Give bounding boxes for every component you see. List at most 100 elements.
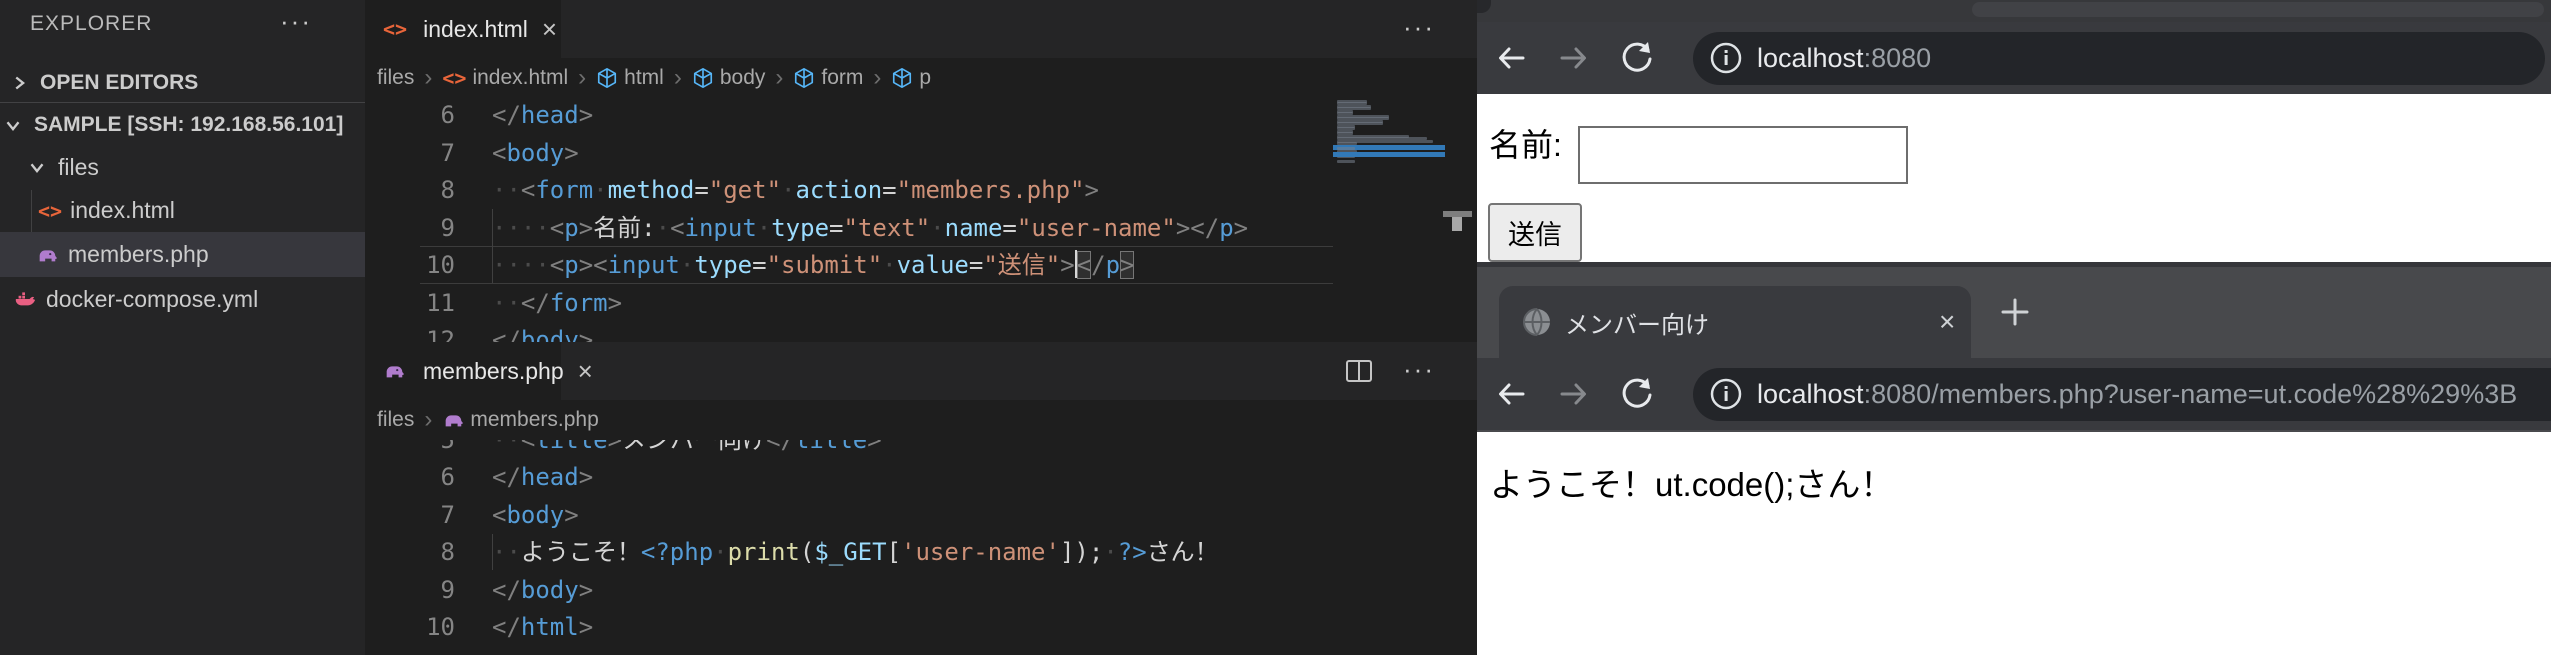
explorer-more-icon[interactable]: ··· (280, 6, 312, 37)
site-info-icon[interactable] (1709, 377, 1743, 411)
breadcrumb-separator: › (775, 64, 783, 92)
back-icon[interactable] (1493, 40, 1529, 76)
indent-guide (492, 534, 493, 570)
name-field-label: 名前: (1489, 120, 1562, 166)
breadcrumb-item[interactable]: body (692, 66, 766, 90)
breadcrumb-item[interactable]: form (793, 66, 863, 90)
open-editors-label: OPEN EDITORS (40, 71, 198, 95)
file-label: index.html (70, 197, 175, 224)
editor1-tabbar: <> index.html × ··· (365, 0, 1477, 58)
sidebar-divider (0, 102, 365, 103)
webpage-result: ようこそ！ut.code();さん！ (1477, 432, 2551, 655)
html-file-icon: <> (383, 17, 407, 41)
browser-window-bottom: メンバー向け × loc (1477, 262, 2551, 655)
code-line: 12</body> (365, 321, 1333, 342)
url-path: :8080/members.php?user-name=ut.code%28%2… (1864, 379, 2518, 409)
browser-tab-members[interactable]: メンバー向け × (1499, 286, 1971, 358)
line-number: 8 (365, 171, 455, 209)
forward-icon[interactable] (1556, 40, 1592, 76)
code-line: 8··<form·method="get"·action="members.ph… (365, 171, 1333, 209)
sidebar-item-index-html[interactable]: <> index.html (0, 189, 365, 232)
screen: EXPLORER ··· OPEN EDITORS SAMPLE [SSH: 1… (0, 0, 2551, 655)
code-editor-index-html[interactable]: 6</head>7<body>8··<form·method="get"·act… (365, 98, 1333, 342)
tab-label: index.html (423, 16, 528, 43)
close-icon[interactable]: × (1939, 306, 1955, 338)
reload-icon[interactable] (1619, 40, 1655, 76)
editor2-tabbar: members.php × ··· (365, 342, 1477, 400)
breadcrumb-item[interactable]: files (377, 66, 414, 90)
breadcrumb[interactable]: files›<>index.html›html›body›form›p (377, 58, 1377, 98)
line-number: 6 (365, 98, 455, 134)
close-icon[interactable]: × (542, 14, 557, 45)
sidebar-item-workspace[interactable]: SAMPLE [SSH: 192.168.56.101] (0, 106, 365, 144)
new-tab-icon[interactable] (1997, 294, 2033, 330)
workspace-label: SAMPLE [SSH: 192.168.56.101] (34, 113, 343, 137)
html-file-icon: <> (442, 66, 466, 90)
forward-icon[interactable] (1556, 376, 1592, 412)
code-line: 6</head> (365, 458, 1333, 496)
minimap[interactable] (1333, 0, 1445, 342)
sidebar-item-open-editors[interactable]: OPEN EDITORS (0, 66, 365, 100)
minimap-line (1337, 142, 1357, 145)
php-elephant-icon (442, 409, 464, 431)
breadcrumb-label: form (821, 66, 863, 90)
minimap[interactable] (1333, 342, 1445, 655)
line-number: 12 (365, 321, 455, 342)
minimap-line (1337, 147, 1355, 150)
sidebar-item-members-php[interactable]: members.php (0, 232, 365, 277)
browser-strip-edge (1477, 262, 2551, 267)
minimap-line (1337, 112, 1353, 115)
folder-label: files (58, 154, 99, 181)
reload-icon[interactable] (1619, 376, 1655, 412)
url-text: localhost:8080/members.php?user-name=ut.… (1757, 379, 2517, 410)
symbol-cube-icon (891, 67, 913, 89)
indent-guide (492, 209, 493, 283)
docker-whale-icon (14, 288, 36, 310)
line-number: 7 (365, 134, 455, 172)
code-line: 7<body> (365, 134, 1333, 172)
address-bar[interactable]: localhost:8080/members.php?user-name=ut.… (1693, 368, 2551, 421)
breadcrumb-item[interactable]: <>index.html (442, 66, 568, 90)
browser-toolbar: localhost:8080 (1477, 22, 2551, 94)
php-elephant-icon (383, 360, 405, 382)
sidebar-item-docker-compose[interactable]: docker-compose.yml (0, 279, 365, 319)
breadcrumb-item[interactable]: files (377, 408, 414, 432)
minimap-line (1337, 132, 1353, 135)
line-number: 9 (365, 571, 455, 609)
browser-tab-corner (1477, 0, 1491, 13)
line-number: 11 (365, 284, 455, 322)
breadcrumb-item[interactable]: p (891, 66, 931, 90)
sidebar-item-files-folder[interactable]: files (0, 148, 365, 186)
site-info-icon[interactable] (1709, 41, 1743, 75)
minimap-highlight (1333, 152, 1445, 157)
name-text-input[interactable] (1578, 126, 1908, 184)
minimap-line (1337, 102, 1367, 105)
code-line: 9····<p>名前:·<input·type="text"·name="use… (365, 209, 1333, 247)
code-line: 9</body> (365, 571, 1333, 609)
breadcrumb-separator: › (424, 406, 432, 434)
address-bar[interactable]: localhost:8080 (1693, 32, 2545, 85)
browser-window-top: localhost:8080 名前: 送信 (1477, 0, 2551, 262)
browser-tabstrip-item[interactable] (1972, 2, 2544, 17)
breadcrumb-item[interactable]: html (596, 66, 664, 90)
welcome-text: ようこそ！ut.code();さん！ (1490, 458, 1893, 506)
minimap-line (1337, 137, 1427, 140)
breadcrumb-label: members.php (470, 408, 598, 432)
code-line: 6</head> (365, 98, 1333, 134)
code-editor-members-php[interactable]: 5··<title>メンバー向け</title>6</head>7<body>8… (365, 440, 1333, 655)
tab-members-php[interactable]: members.php × (365, 342, 561, 400)
url-text: localhost:8080 (1757, 43, 1931, 74)
close-icon[interactable]: × (578, 356, 593, 387)
symbol-cube-icon (692, 67, 714, 89)
explorer-title: EXPLORER (30, 12, 152, 36)
submit-button[interactable]: 送信 (1488, 203, 1582, 262)
file-label: docker-compose.yml (46, 286, 258, 313)
breadcrumb[interactable]: files › members.php (377, 400, 1377, 440)
tab-index-html[interactable]: <> index.html × (365, 0, 561, 58)
tab-title: メンバー向け (1565, 305, 1709, 340)
breadcrumb-item[interactable]: members.php (442, 408, 598, 432)
url-path: :8080 (1864, 43, 1932, 73)
breadcrumb-separator: › (424, 64, 432, 92)
breadcrumb-separator: › (873, 64, 881, 92)
back-icon[interactable] (1493, 376, 1529, 412)
